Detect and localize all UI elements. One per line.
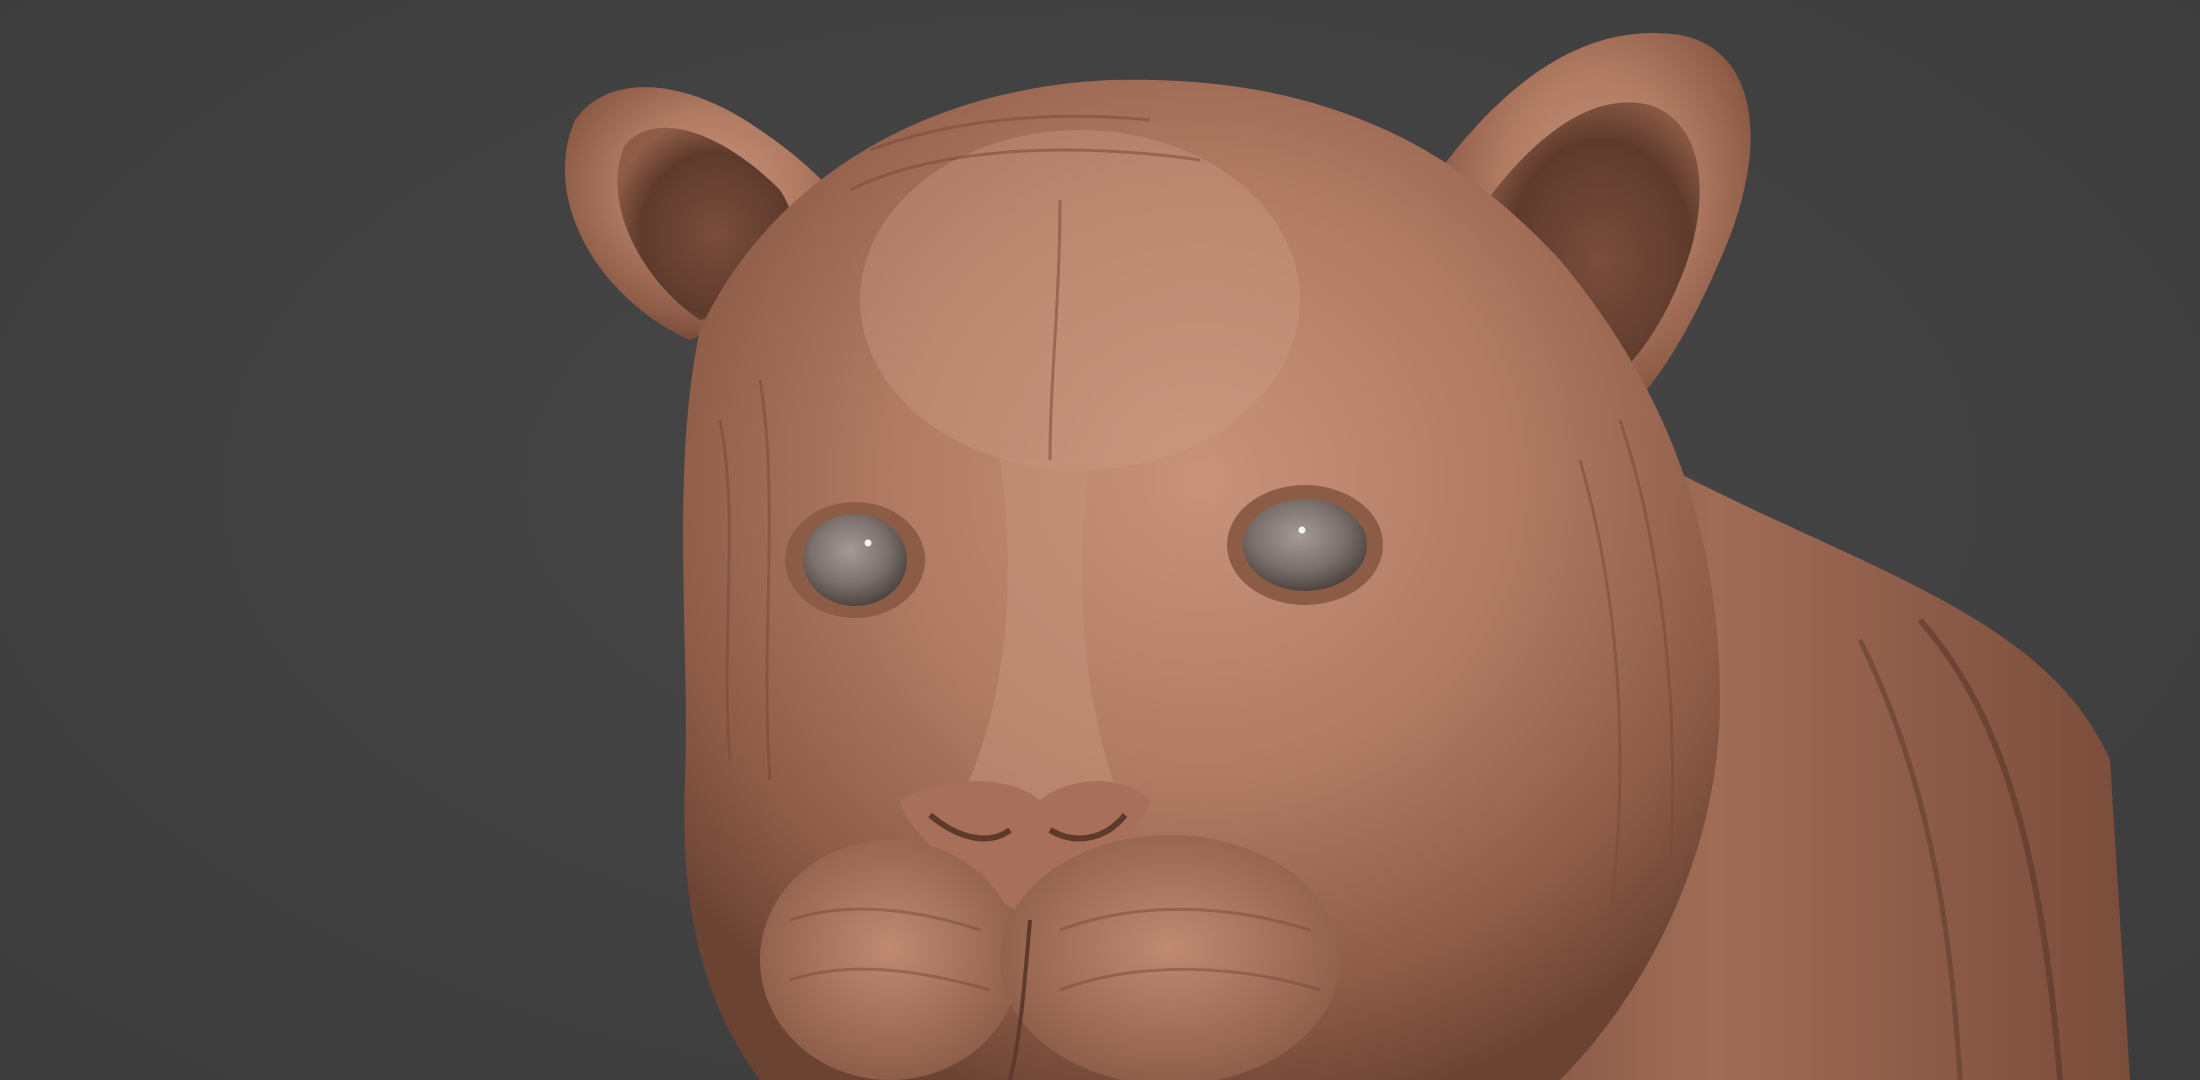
right-eye [1243, 499, 1367, 591]
sculpt-render [564, 32, 2130, 1080]
left-eye [803, 514, 907, 606]
viewport [0, 0, 2200, 1080]
